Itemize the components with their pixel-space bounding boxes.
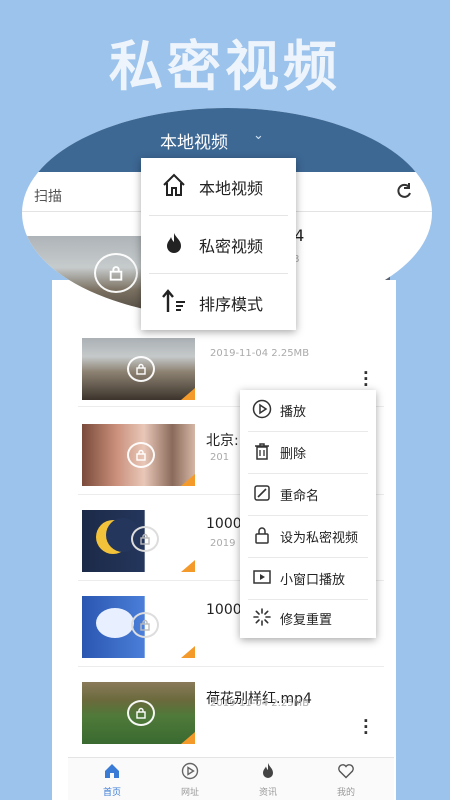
- sort-icon: [161, 288, 187, 318]
- dropdown-item-sort[interactable]: 排序模式: [141, 274, 296, 331]
- lock-icon: [131, 526, 159, 552]
- flame-icon: [263, 763, 273, 778]
- menu-item-rename[interactable]: 重命名: [240, 474, 376, 515]
- bottom-nav: 首页 网址 资讯 我的: [68, 757, 394, 800]
- nav-label: 我的: [336, 788, 355, 798]
- whale-graphic: [96, 608, 134, 638]
- more-menu-icon[interactable]: · · ·: [363, 714, 369, 741]
- rename-icon: [252, 483, 272, 507]
- menu-label: 重命名: [280, 489, 320, 504]
- video-meta: 2019-11-04 2.25MB: [210, 348, 310, 359]
- lock-icon: [252, 525, 272, 549]
- menu-label: 设为私密视频: [280, 531, 359, 546]
- home-icon: [105, 764, 119, 778]
- menu-item-play[interactable]: 播放: [240, 390, 376, 431]
- menu-item-mini-window[interactable]: 小窗口播放: [240, 558, 376, 599]
- nav-home[interactable]: 首页: [82, 762, 142, 798]
- video-name: 1000: [206, 516, 242, 532]
- header-title[interactable]: 本地视频: [160, 128, 228, 153]
- nav-mine[interactable]: 我的: [316, 762, 376, 798]
- menu-label: 删除: [280, 447, 307, 462]
- chevron-down-icon[interactable]: ⌄: [253, 128, 264, 143]
- lock-icon: [94, 253, 138, 293]
- dropdown-item-local[interactable]: 本地视频: [141, 158, 296, 215]
- scan-button[interactable]: 扫描: [34, 186, 62, 206]
- mini-window-icon: [252, 567, 272, 591]
- video-meta: 2019: [210, 538, 236, 549]
- trash-icon: [252, 441, 272, 465]
- video-meta: 2019-11-04 2.25MB: [210, 698, 310, 709]
- video-row-6[interactable]: 荷花别样红.mp4 2019-11-04 2.25MB · · ·: [78, 680, 384, 766]
- view-dropdown: 本地视频 私密视频 排序模式: [141, 158, 296, 330]
- menu-item-repair[interactable]: 修复重置: [240, 598, 376, 639]
- lock-icon: [127, 700, 155, 726]
- home-icon: [161, 172, 187, 202]
- nav-label: 首页: [102, 788, 121, 798]
- nav-label: 资讯: [258, 788, 277, 798]
- menu-label: 播放: [280, 405, 307, 420]
- play-circle-icon: [181, 762, 199, 780]
- lock-icon: [131, 612, 159, 638]
- lock-icon: [127, 442, 155, 468]
- video-name: 1000: [206, 602, 242, 618]
- flame-icon: [161, 230, 187, 260]
- dropdown-item-private[interactable]: 私密视频: [141, 216, 296, 273]
- row-divider: [78, 666, 384, 667]
- nav-label: 网址: [180, 788, 199, 798]
- video-meta: 201: [210, 452, 230, 463]
- video-name: 北京:: [206, 433, 239, 449]
- spinner-icon: [252, 607, 272, 631]
- banner-title: 私密视频: [109, 35, 341, 98]
- nav-news[interactable]: 资讯: [238, 762, 298, 798]
- dropdown-label: 排序模式: [199, 294, 264, 314]
- dropdown-label: 本地视频: [199, 178, 264, 198]
- menu-label: 修复重置: [280, 613, 333, 628]
- lock-icon: [127, 356, 155, 382]
- video-context-menu: 播放 删除 重命名 设为私密视频 小窗口播放 修复重置: [240, 390, 376, 638]
- menu-item-set-private[interactable]: 设为私密视频: [240, 516, 376, 557]
- play-icon: [252, 399, 272, 423]
- more-menu-icon[interactable]: · · ·: [363, 366, 369, 393]
- menu-label: 小窗口播放: [280, 573, 346, 588]
- heart-icon: [338, 764, 354, 779]
- refresh-icon[interactable]: [394, 181, 414, 205]
- nav-url[interactable]: 网址: [160, 762, 220, 798]
- menu-item-delete[interactable]: 删除: [240, 432, 376, 473]
- dropdown-label: 私密视频: [199, 236, 264, 256]
